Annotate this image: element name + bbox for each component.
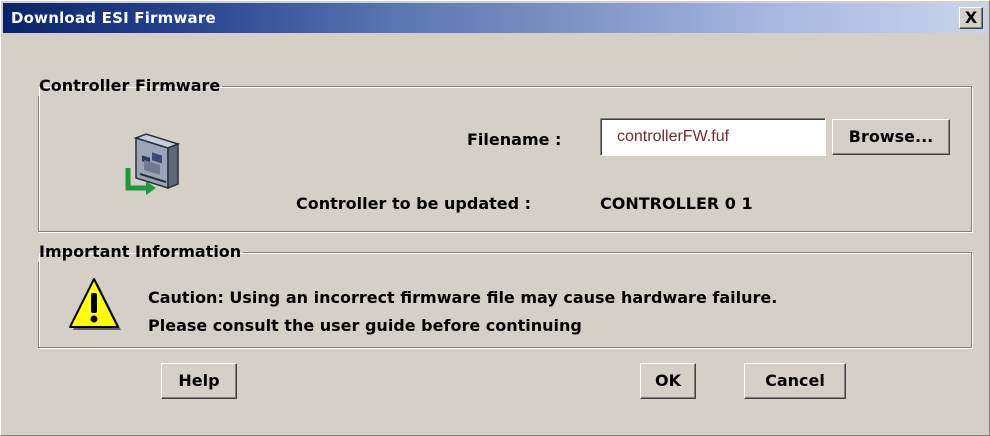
controller-hardware-icon xyxy=(118,130,198,200)
caution-message-line-1: Caution: Using an incorrect firmware fil… xyxy=(148,288,778,307)
controller-to-update-value: CONTROLLER 0 1 xyxy=(600,194,753,213)
warning-icon xyxy=(66,276,124,334)
cancel-button[interactable]: Cancel xyxy=(744,363,846,399)
help-button[interactable]: Help xyxy=(161,363,237,399)
browse-button[interactable]: Browse... xyxy=(832,119,950,155)
important-information-legend: Important Information xyxy=(39,242,242,261)
ok-button[interactable]: OK xyxy=(640,363,696,399)
caution-message-line-2: Please consult the user guide before con… xyxy=(148,316,582,335)
close-button[interactable]: X xyxy=(959,7,983,29)
controller-firmware-legend: Controller Firmware xyxy=(39,76,221,95)
controller-to-update-label: Controller to be updated : xyxy=(296,194,532,213)
filename-label: Filename : xyxy=(467,130,562,149)
filename-input[interactable]: controllerFW.fuf xyxy=(600,118,826,156)
window-title: Download ESI Firmware xyxy=(11,9,216,27)
title-bar[interactable]: Download ESI Firmware X xyxy=(3,3,987,33)
